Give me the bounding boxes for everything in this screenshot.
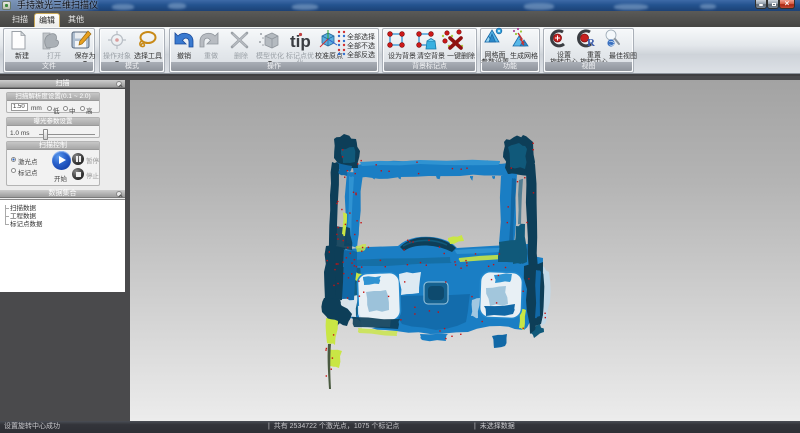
svg-text:R: R xyxy=(587,37,596,49)
